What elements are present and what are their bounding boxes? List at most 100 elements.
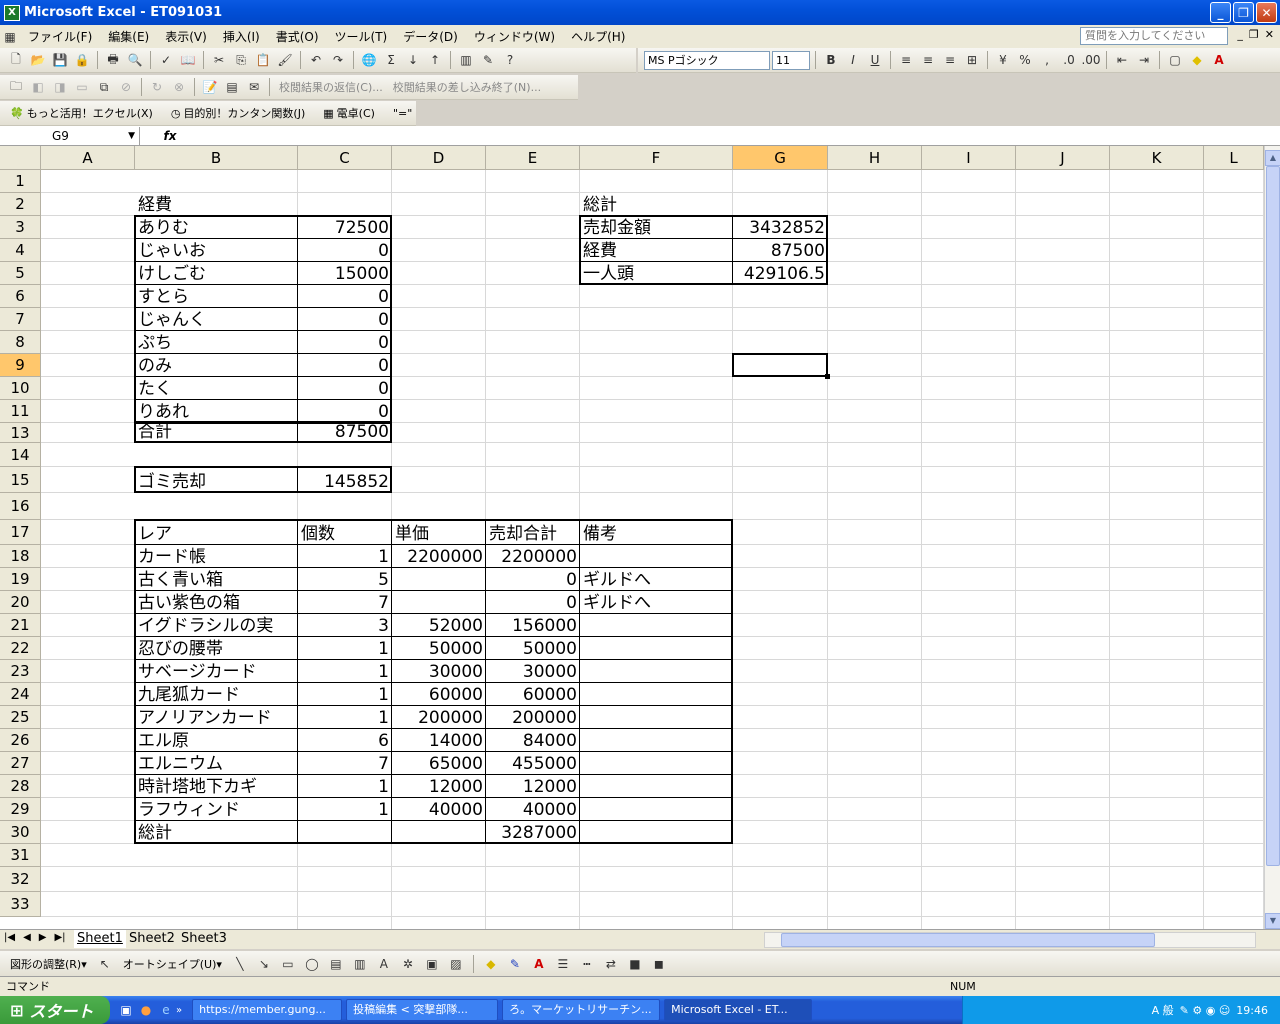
rare-item-cell[interactable]: 1 (298, 546, 392, 568)
workbook-icon[interactable]: ▦ (0, 27, 20, 47)
doc-close-button[interactable]: ✕ (1265, 28, 1274, 41)
next-sheet-icon[interactable]: ▶ (39, 932, 47, 943)
row-header-23[interactable]: 23 (0, 660, 41, 683)
rare-item-cell[interactable] (392, 592, 486, 614)
increase-decimal-icon[interactable]: .0 (1059, 50, 1079, 70)
hyperlink-icon[interactable]: 🌐 (359, 50, 379, 70)
chart-wizard-icon[interactable]: ▥ (456, 50, 476, 70)
help-icon[interactable]: ? (500, 50, 520, 70)
rare-item-cell[interactable]: 30000 (486, 661, 580, 683)
row-header-31[interactable]: 31 (0, 844, 41, 867)
task-button-excel[interactable]: Microsoft Excel - ET... (664, 999, 813, 1021)
rare-item-cell[interactable]: 1 (298, 684, 392, 706)
rare-item-cell[interactable] (580, 753, 733, 775)
prev-sheet-icon[interactable]: ◀ (23, 932, 31, 943)
rare-item-cell[interactable]: 14000 (392, 730, 486, 752)
spelling-icon[interactable]: ✓ (156, 50, 176, 70)
expense-name-cell[interactable]: けしごむ (135, 263, 298, 285)
vertical-textbox-icon[interactable]: ▥ (350, 954, 370, 974)
new-comment-icon[interactable]: 🗀 (6, 77, 26, 97)
expense-value-cell[interactable]: 0 (298, 240, 392, 262)
row-header-15[interactable]: 15 (0, 467, 41, 493)
column-header-b[interactable]: B (135, 146, 298, 170)
borders-icon[interactable]: ▢ (1165, 50, 1185, 70)
column-header-i[interactable]: I (922, 146, 1016, 170)
sort-desc-icon[interactable]: ↑ (425, 50, 445, 70)
paste-icon[interactable]: 📋 (253, 50, 273, 70)
rare-item-cell[interactable]: 2200000 (392, 546, 486, 568)
bold-icon[interactable]: B (821, 50, 841, 70)
name-box-dropdown-icon[interactable]: ▼ (128, 127, 135, 145)
format-painter-icon[interactable]: 🖌 (275, 50, 295, 70)
row-header-29[interactable]: 29 (0, 798, 41, 821)
last-sheet-icon[interactable]: ▶| (54, 932, 65, 943)
dash-style-icon[interactable]: ┅ (577, 954, 597, 974)
column-header-g[interactable]: G (733, 146, 828, 170)
column-header-d[interactable]: D (392, 146, 486, 170)
decrease-decimal-icon[interactable]: .00 (1081, 50, 1101, 70)
line-color-icon[interactable]: ✎ (505, 954, 525, 974)
restore-button[interactable]: ❐ (1233, 2, 1254, 23)
expenses-title[interactable]: 経費 (135, 194, 298, 216)
textbox-icon[interactable]: ▤ (326, 954, 346, 974)
autosum-icon[interactable]: Σ (381, 50, 401, 70)
rectangle-icon[interactable]: ▭ (278, 954, 298, 974)
rare-item-cell[interactable]: 古く青い箱 (135, 569, 298, 591)
row-header-18[interactable]: 18 (0, 545, 41, 568)
row-header-28[interactable]: 28 (0, 775, 41, 798)
rare-item-cell[interactable]: 40000 (392, 799, 486, 821)
row-header-8[interactable]: 8 (0, 331, 41, 354)
rare-item-cell[interactable]: 3 (298, 615, 392, 637)
column-header-l[interactable]: L (1204, 146, 1264, 170)
quicklaunch-more-icon[interactable]: » (176, 1005, 182, 1016)
arrow-style-icon[interactable]: ⇄ (601, 954, 621, 974)
wordart-icon[interactable]: A (374, 954, 394, 974)
new-icon[interactable]: 🗋 (6, 50, 26, 70)
rare-total-label[interactable]: 総計 (135, 822, 298, 844)
summary-label-cell[interactable]: 一人頭 (580, 263, 733, 285)
align-center-icon[interactable]: ≡ (918, 50, 938, 70)
menu-format[interactable]: 書式(O) (268, 27, 327, 47)
task-button-2[interactable]: 投稿編集 < 突撃部隊... (346, 999, 499, 1021)
menu-file[interactable]: ファイル(F) (20, 27, 100, 47)
summary-label-cell[interactable]: 売却金額 (580, 217, 733, 239)
fill-bucket-icon[interactable]: ◆ (481, 954, 501, 974)
insert-function-icon[interactable]: fx (140, 129, 200, 143)
row-header-26[interactable]: 26 (0, 729, 41, 752)
row-header-10[interactable]: 10 (0, 377, 41, 400)
rare-item-cell[interactable]: 60000 (486, 684, 580, 706)
rare-item-cell[interactable]: 6 (298, 730, 392, 752)
active-cell-selection[interactable] (732, 353, 830, 379)
menu-data[interactable]: データ(D) (395, 27, 466, 47)
start-button[interactable]: ⊞ スタート (0, 996, 110, 1024)
rare-item-cell[interactable]: 5 (298, 569, 392, 591)
task-button-1[interactable]: https://member.gung... (192, 999, 343, 1021)
function-guide-button[interactable]: ◷ 目的別！カンタン関数(J) (167, 105, 309, 121)
expense-value-cell[interactable]: 0 (298, 286, 392, 308)
font-size-select[interactable]: 11 (772, 50, 810, 70)
rare-item-cell[interactable]: 200000 (392, 707, 486, 729)
rare-item-cell[interactable]: 50000 (392, 638, 486, 660)
column-header-f[interactable]: F (580, 146, 733, 170)
scroll-up-icon[interactable]: ▲ (1265, 150, 1280, 166)
print-preview-icon[interactable]: 🔍 (125, 50, 145, 70)
menu-help[interactable]: ヘルプ(H) (563, 27, 633, 47)
rare-item-cell[interactable]: 455000 (486, 753, 580, 775)
row-header-7[interactable]: 7 (0, 308, 41, 331)
line-icon[interactable]: ╲ (230, 954, 250, 974)
summary-label-cell[interactable]: 経費 (580, 240, 733, 262)
align-right-icon[interactable]: ≡ (940, 50, 960, 70)
menu-view[interactable]: 表示(V) (157, 27, 215, 47)
menu-tools[interactable]: ツール(T) (327, 27, 396, 47)
rare-item-cell[interactable]: 2200000 (486, 546, 580, 568)
increase-indent-icon[interactable]: ⇥ (1134, 50, 1154, 70)
rare-item-cell[interactable] (580, 707, 733, 729)
rare-item-cell[interactable] (580, 661, 733, 683)
redo-icon[interactable]: ↷ (328, 50, 348, 70)
currency-icon[interactable]: ¥ (993, 50, 1013, 70)
row-header-25[interactable]: 25 (0, 706, 41, 729)
decrease-indent-icon[interactable]: ⇤ (1112, 50, 1132, 70)
rare-item-cell[interactable] (580, 799, 733, 821)
row-header-33[interactable]: 33 (0, 892, 41, 917)
calculator-button[interactable]: ▦ 電卓(C) (319, 105, 379, 121)
